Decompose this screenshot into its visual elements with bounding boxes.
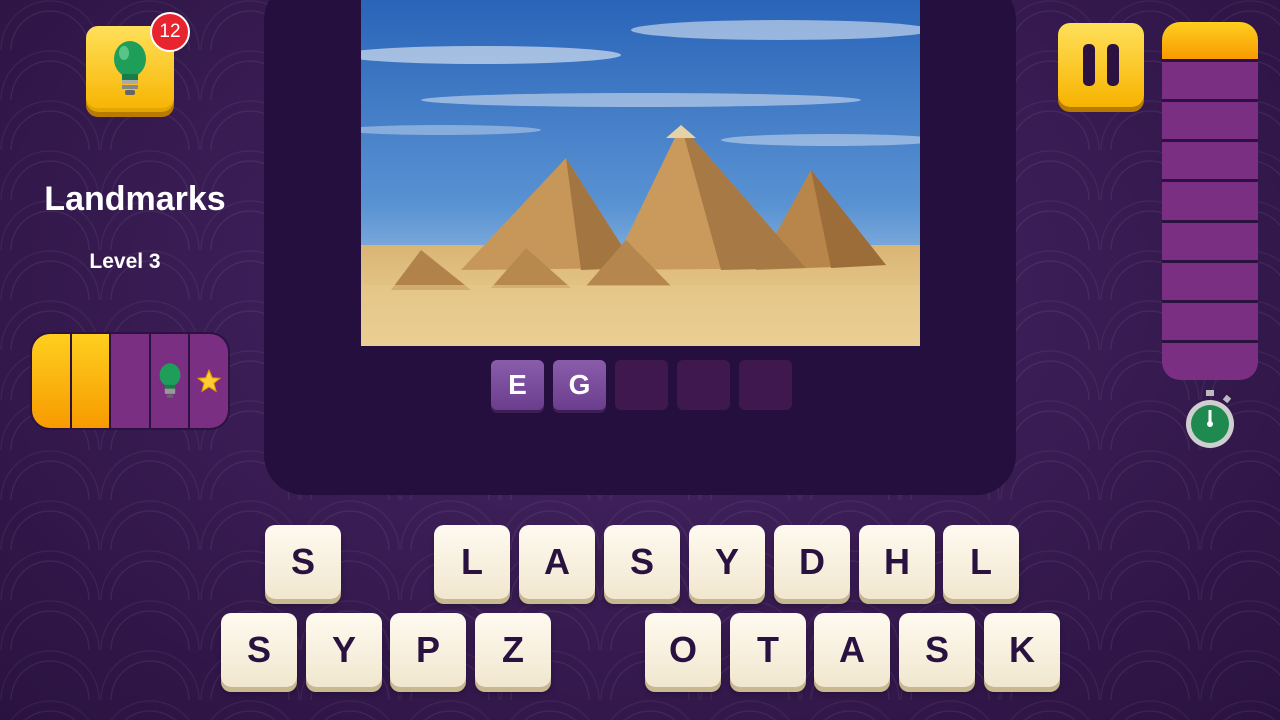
answer-slots: E G: [491, 360, 792, 410]
letter-key[interactable]: P: [390, 613, 466, 687]
letter-key[interactable]: H: [859, 525, 935, 599]
timer-bar: [1162, 22, 1258, 380]
stopwatch-icon: [1186, 390, 1234, 448]
timer-segment: [1162, 262, 1258, 300]
pyramids-photo: [361, 0, 920, 346]
letter-key[interactable]: O: [645, 613, 721, 687]
timer-segment: [1162, 302, 1258, 340]
answer-slot[interactable]: [615, 360, 668, 410]
answer-slot[interactable]: [739, 360, 792, 410]
answer-slot[interactable]: [677, 360, 730, 410]
answer-slot[interactable]: G: [553, 360, 606, 410]
progress-segment: [190, 334, 228, 428]
letter-key[interactable]: S: [265, 525, 341, 599]
letter-key[interactable]: L: [434, 525, 510, 599]
star-icon: [196, 368, 222, 393]
pause-button[interactable]: [1058, 23, 1144, 107]
letter-key[interactable]: K: [984, 613, 1060, 687]
letter-key[interactable]: S: [221, 613, 297, 687]
level-label: Level 3: [89, 250, 161, 273]
letter-key[interactable]: Z: [475, 613, 551, 687]
hint-count-badge: 12: [150, 12, 190, 52]
timer-segment: [1162, 222, 1258, 260]
letter-key[interactable]: S: [899, 613, 975, 687]
letter-key[interactable]: D: [774, 525, 850, 599]
timer-segment: [1162, 22, 1258, 60]
timer-segment: [1162, 102, 1258, 140]
lightbulb-icon: [114, 41, 146, 95]
letter-key[interactable]: Y: [306, 613, 382, 687]
progress-segment: [32, 334, 70, 428]
letter-key[interactable]: A: [519, 525, 595, 599]
level-progress-bar: [30, 332, 230, 430]
category-title: Landmarks: [44, 180, 226, 218]
progress-segment: [111, 334, 149, 428]
pause-icon: [1083, 44, 1095, 86]
letter-key[interactable]: A: [814, 613, 890, 687]
letter-key[interactable]: L: [943, 525, 1019, 599]
progress-segment: [150, 334, 189, 428]
lightbulb-icon: [159, 362, 180, 398]
letter-key[interactable]: T: [730, 613, 806, 687]
timer-segment: [1162, 142, 1258, 180]
letter-key[interactable]: Y: [689, 525, 765, 599]
letter-key[interactable]: S: [604, 525, 680, 599]
timer-segment: [1162, 182, 1258, 220]
pause-icon: [1107, 44, 1119, 86]
timer-segment: [1162, 342, 1258, 380]
timer-segment: [1162, 62, 1258, 100]
progress-segment: [71, 334, 110, 428]
answer-slot[interactable]: E: [491, 360, 544, 410]
